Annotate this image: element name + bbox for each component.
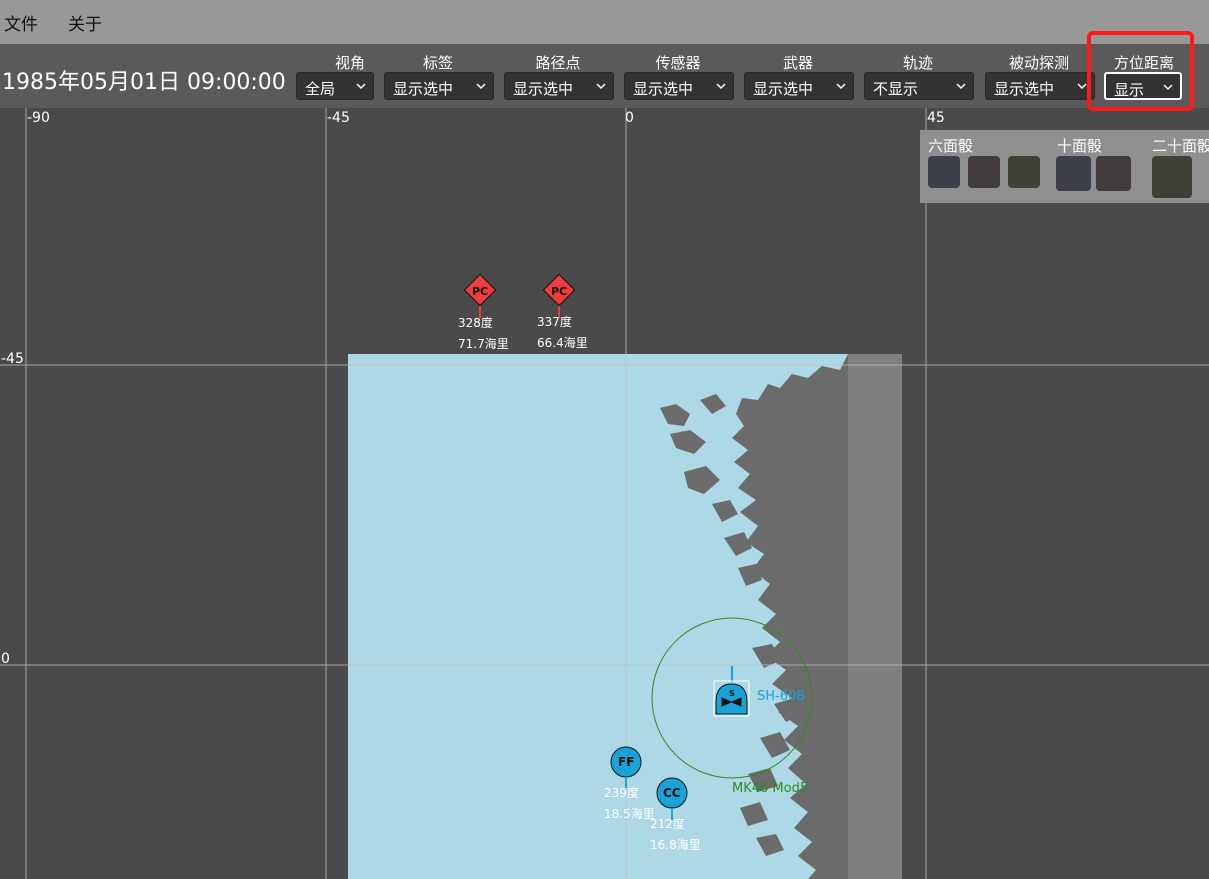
display-toolbar: 1985年05月01日 09:00:00 视角 全局 标签 显示选中 路径点 显… [0,44,1209,108]
filter-weapon-label: 武器 [782,54,813,72]
land-strip [848,354,902,879]
filter-sensor-select[interactable]: 显示选中 [624,72,734,100]
grid-label-x: -45 [327,110,350,126]
grid-label-x: 45 [927,110,945,126]
filter-sensor: 传感器 显示选中 [624,50,734,104]
dice-d10-title: 十面骰 [1057,137,1103,155]
die-d10-1[interactable] [1056,156,1091,191]
filter-waypoint: 路径点 显示选中 [504,50,614,104]
tactical-map[interactable]: -90 -45 0 45 -45 0 PC PC FF CC S 328度 71… [0,108,1209,879]
die-d6-1[interactable] [928,156,960,188]
unit-symbol: FF [618,755,635,769]
filter-view-value: 全局 [305,80,336,98]
die-d6-3[interactable] [1008,156,1040,188]
chevron-down-icon [1163,84,1173,91]
bearing-label: 239度 [604,786,639,800]
unit-symbol: S [729,689,735,698]
filter-waypoint-select[interactable]: 显示选中 [504,72,614,100]
range-label: 16.8海里 [650,838,701,852]
filter-bearing-range: 方位距离 显示 [1100,50,1188,104]
grid-label-y: -45 [1,351,24,367]
range-label: 71.7海里 [458,337,509,351]
dice-d6-title: 六面骰 [928,137,974,155]
filter-sensor-label: 传感器 [655,54,701,72]
filter-view-select[interactable]: 全局 [296,72,374,100]
unit-name-label: SH-60B [757,689,806,704]
bearing-label: 212度 [650,817,685,831]
menu-bar: 文件 关于 [0,0,1209,44]
unit-symbol: CC [663,786,681,800]
chevron-down-icon [716,83,726,90]
filter-bearing-range-select[interactable]: 显示 [1104,72,1182,100]
chevron-down-icon [1077,83,1087,90]
chevron-down-icon [836,83,846,90]
filter-waypoint-label: 路径点 [535,54,581,72]
weapon-range-label: MK46 Mod5 [732,781,809,796]
grid-label-y: 0 [1,651,10,667]
filter-label: 标签 显示选中 [384,50,494,104]
bearing-label: 328度 [458,316,493,330]
filter-passive-value: 显示选中 [994,80,1055,98]
dice-d20-title: 二十面骰 [1152,137,1209,155]
filter-label-value: 显示选中 [393,80,454,98]
filter-track: 轨迹 不显示 [864,50,974,104]
range-label: 18.5海里 [604,807,655,821]
filter-label-label: 标签 [422,54,453,72]
filter-sensor-value: 显示选中 [633,80,694,98]
unit-symbol: PC [551,285,568,298]
filter-passive-select[interactable]: 显示选中 [985,72,1095,100]
filter-track-select[interactable]: 不显示 [864,72,974,100]
chevron-down-icon [596,83,606,90]
filter-bearing-range-label: 方位距离 [1113,54,1174,72]
filter-weapon-value: 显示选中 [753,80,814,98]
bearing-label: 337度 [537,315,572,329]
chevron-down-icon [356,83,366,90]
filter-track-value: 不显示 [873,80,919,98]
filter-weapon: 武器 显示选中 [744,50,854,104]
filter-bearing-range-value: 显示 [1114,81,1145,99]
filter-track-label: 轨迹 [902,54,933,72]
simulation-time: 1985年05月01日 09:00:00 [2,70,286,95]
die-d20-1[interactable] [1152,156,1192,198]
die-d6-2[interactable] [968,156,1000,188]
filter-label-select[interactable]: 显示选中 [384,72,494,100]
filter-passive: 被动探测 显示选中 [985,50,1095,104]
map-canvas [0,108,1209,879]
grid-label-x: -90 [27,110,50,126]
chevron-down-icon [476,83,486,90]
die-d10-2[interactable] [1096,156,1131,191]
filter-weapon-select[interactable]: 显示选中 [744,72,854,100]
menu-about[interactable]: 关于 [68,10,102,35]
range-label: 66.4海里 [537,336,588,350]
chevron-down-icon [956,83,966,90]
grid-label-x: 0 [625,110,634,126]
dice-panel: 六面骰 十面骰 二十面骰 [920,130,1209,203]
filter-passive-label: 被动探测 [1008,54,1069,72]
unit-symbol: PC [472,285,489,298]
filter-waypoint-value: 显示选中 [513,80,574,98]
menu-file[interactable]: 文件 [4,10,38,35]
